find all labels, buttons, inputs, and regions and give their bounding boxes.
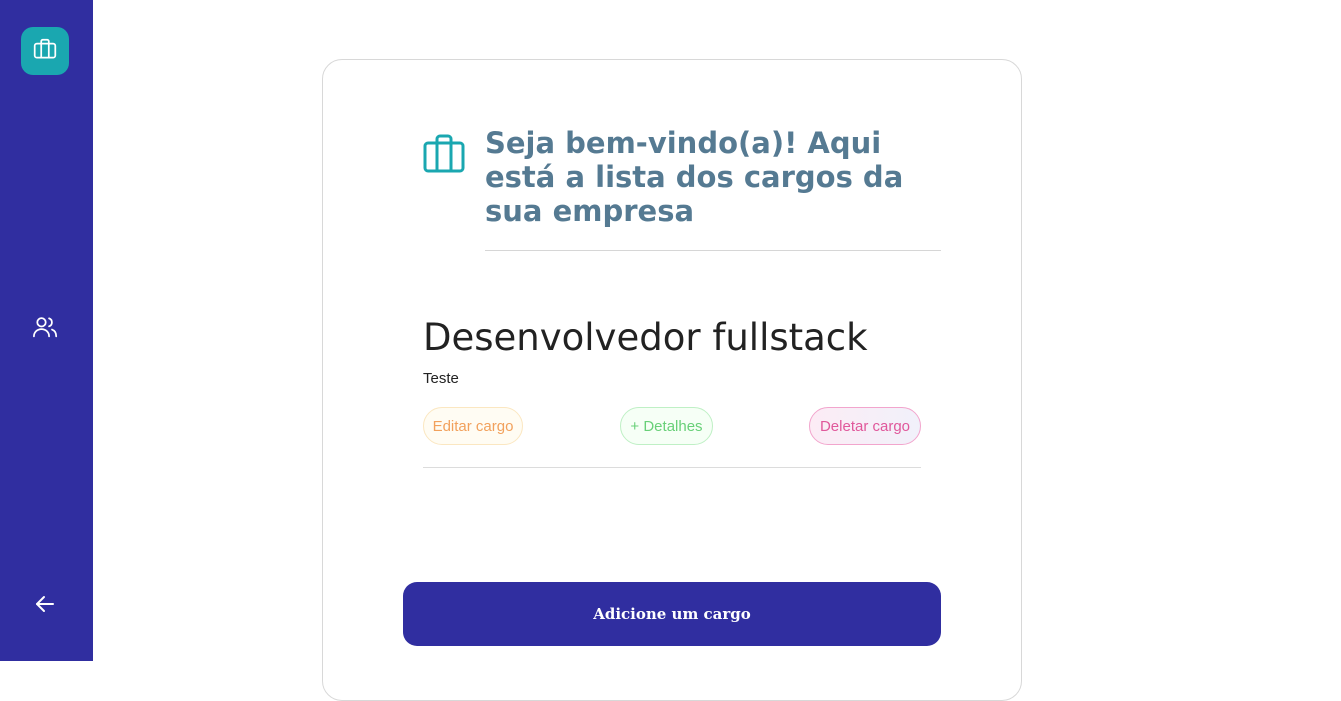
job-title: Desenvolvedor fullstack [423, 316, 868, 359]
edit-job-button[interactable]: Editar cargo [423, 407, 523, 445]
jobs-card: Seja bem-vindo(a)! Aqui está a lista dos… [322, 59, 1022, 701]
divider [423, 467, 921, 468]
page-title: Seja bem-vindo(a)! Aqui está a lista dos… [485, 126, 904, 228]
sidebar-item-cargos[interactable] [21, 27, 69, 75]
job-details-button[interactable]: + Detalhes [620, 407, 713, 445]
sidebar-item-back[interactable] [21, 582, 69, 630]
briefcase-icon [423, 134, 465, 174]
briefcase-icon [32, 36, 58, 67]
arrow-left-icon [33, 592, 57, 621]
job-description: Teste [423, 370, 459, 387]
sidebar [0, 0, 93, 661]
divider [485, 250, 941, 251]
add-job-button[interactable]: Adicione um cargo [403, 582, 941, 646]
sidebar-item-users[interactable] [21, 305, 69, 353]
delete-job-button[interactable]: Deletar cargo [809, 407, 921, 445]
users-icon [31, 313, 59, 346]
